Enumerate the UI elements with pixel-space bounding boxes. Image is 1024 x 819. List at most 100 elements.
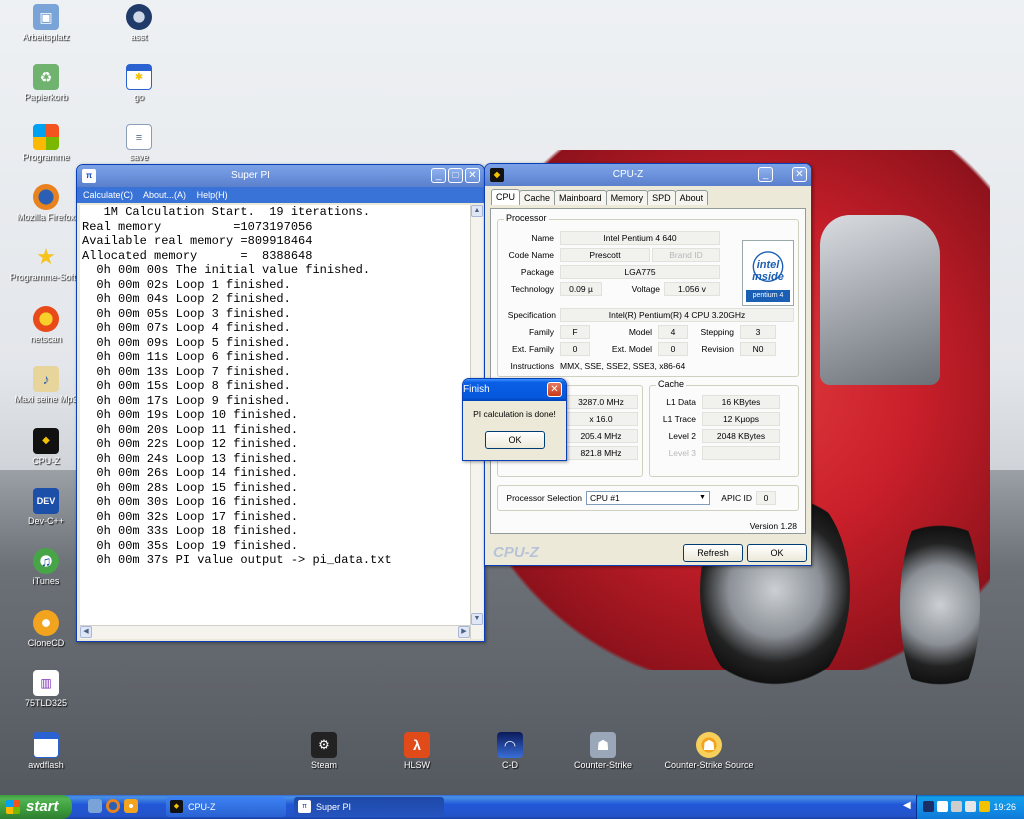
tray-app-icon[interactable] <box>923 801 934 812</box>
desktop-icon-asst[interactable]: asst <box>99 4 179 42</box>
processor-selection-group: Processor Selection CPU #1 ▼ APIC ID 0 <box>497 485 799 511</box>
extfamily-value: 0 <box>560 342 590 356</box>
revision-label: Revision <box>701 344 734 354</box>
scroll-left-icon[interactable]: ◀ <box>80 626 92 638</box>
app-window-icon: ✱ <box>126 64 152 90</box>
scroll-right-icon[interactable]: ▶ <box>458 626 470 638</box>
scroll-down-icon[interactable]: ▼ <box>471 613 483 625</box>
tab-cpu[interactable]: CPU <box>491 189 521 205</box>
desktop-icon-go[interactable]: ✱ go <box>99 64 179 102</box>
superpi-titlebar[interactable]: π Super PI _ □ ✕ <box>77 165 484 187</box>
desktop-icon-devcpp[interactable]: DEV Dev-C++ <box>6 488 86 526</box>
desktop-icon-hlsw[interactable]: λ HLSW <box>377 732 457 770</box>
counter-strike-source-icon: ☗ <box>696 732 722 758</box>
desktop-icon-awdflash[interactable]: awdflash <box>6 732 86 770</box>
steam-circle-icon <box>126 4 152 30</box>
taskbar-item-superpi[interactable]: π Super PI <box>294 797 444 817</box>
cd-icon: ◠ <box>497 732 523 758</box>
cpuz-logo: CPU-Z <box>493 544 539 561</box>
processor-selection-label: Processor Selection <box>506 493 582 503</box>
cpuz-window[interactable]: ◆ CPU-Z _ ✕ CPU Cache Mainboard Memory SPD Ab… <box>484 163 812 566</box>
finish-titlebar[interactable]: Finish ✕ <box>463 379 566 401</box>
scroll-up-icon[interactable]: ▲ <box>471 205 483 217</box>
cache-group-label: Cache <box>656 379 687 389</box>
desktop-icon-counter-strike-source[interactable]: ☗ Counter-Strike Source <box>656 732 762 770</box>
cpu-tab-panel: Processor Name Intel Pentium 4 640 Code … <box>490 208 806 534</box>
tab-mainboard[interactable]: Mainboard <box>554 190 607 205</box>
desktop-icon-cd[interactable]: ◠ C-D <box>470 732 550 770</box>
finish-dialog[interactable]: Finish ✕ PI calculation is done! OK <box>462 378 567 461</box>
menu-help[interactable]: Help(H) <box>197 190 228 200</box>
finish-ok-button[interactable]: OK <box>485 431 545 449</box>
menu-calculate[interactable]: Calculate(C) <box>83 190 133 200</box>
desktop-icon-netscan[interactable]: netscan <box>6 306 86 344</box>
network-icon[interactable] <box>951 801 962 812</box>
tray-app-icon[interactable] <box>979 801 990 812</box>
refresh-button[interactable]: Refresh <box>683 544 743 562</box>
cpu-icon: ◆ <box>33 428 59 454</box>
desktop-icon-papierkorb[interactable]: ♻ Papierkorb <box>6 64 86 102</box>
desktop-icon-itunes[interactable]: ♫ iTunes <box>6 548 86 586</box>
menu-about[interactable]: About...(A) <box>143 190 186 200</box>
desktop-icon-clonecd[interactable]: CloneCD <box>6 610 86 648</box>
brandid-label: Brand ID <box>652 248 720 262</box>
rated-fsb-value: 821.8 MHz <box>564 446 638 460</box>
star-shortcut-icon: ★ <box>36 244 56 269</box>
desktop-icon-programme-softw[interactable]: ★ Programme-Softw <box>6 244 86 282</box>
wallpaper-car-window <box>820 215 940 385</box>
firefox-icon[interactable] <box>106 799 120 813</box>
tab-spd[interactable]: SPD <box>647 190 676 205</box>
desktop-icon-steam[interactable]: ⚙ Steam <box>284 732 364 770</box>
show-desktop-icon[interactable] <box>88 799 102 813</box>
cpuz-titlebar[interactable]: ◆ CPU-Z _ ✕ <box>485 164 811 186</box>
chevron-left-icon[interactable]: ◀ <box>903 800 911 811</box>
horizontal-scrollbar[interactable]: ◀ ▶ <box>80 625 470 639</box>
desktop-icon-arbeitsplatz[interactable]: ▣ Arbeitsplatz <box>6 4 86 42</box>
voltage-label: Voltage <box>631 284 660 294</box>
level2-value: 2048 KBytes <box>702 429 780 443</box>
core-speed-value: 3287.0 MHz <box>564 395 638 409</box>
tab-cache[interactable]: Cache <box>519 190 556 205</box>
level3-value <box>702 446 780 460</box>
instructions-label: Instructions <box>510 361 554 371</box>
taskbar-item-cpuz[interactable]: ◆ CPU-Z <box>166 797 286 817</box>
l1data-value: 16 KBytes <box>702 395 780 409</box>
desktop-icon-cpuz[interactable]: ◆ CPU-Z <box>6 428 86 466</box>
processor-selection-dropdown[interactable]: CPU #1 ▼ <box>586 491 710 505</box>
desktop-icon-save[interactable]: ≡ save <box>99 124 179 162</box>
mp3-folder-icon: ♪ <box>33 366 59 392</box>
superpi-title: Super PI <box>231 170 270 181</box>
itunes-icon: ♫ <box>33 548 59 574</box>
codename-label: Code Name <box>508 250 554 260</box>
desktop-icon-firefox[interactable]: Mozilla Firefox <box>6 184 86 222</box>
ok-button[interactable]: OK <box>747 544 807 562</box>
tab-about[interactable]: About <box>674 190 709 205</box>
superpi-window[interactable]: π Super PI _ □ ✕ Calculate(C) About...(A… <box>76 164 485 642</box>
clonecd-icon[interactable] <box>124 799 138 813</box>
devcpp-icon: DEV <box>33 488 59 514</box>
minimize-button[interactable]: _ <box>758 167 773 182</box>
tray-app-icon[interactable] <box>937 801 948 812</box>
specification-label: Specification <box>507 310 556 320</box>
chart-file-icon: ▥ <box>33 670 59 696</box>
close-button[interactable]: ✕ <box>792 167 807 182</box>
hlsw-icon: λ <box>404 732 430 758</box>
close-button[interactable]: ✕ <box>547 382 562 397</box>
codename-value: Prescott <box>560 248 650 262</box>
desktop-icon-75tld325[interactable]: ▥ 75TLD325 <box>6 670 86 708</box>
desktop-icon-mp3[interactable]: ♪ Maxi seine Mp3 <box>6 366 86 404</box>
family-label: Family <box>528 327 554 337</box>
computer-icon: ▣ <box>33 4 59 30</box>
minimize-button[interactable]: _ <box>431 168 446 183</box>
start-button[interactable]: start <box>0 795 72 819</box>
intel-logo-text: intel inside <box>752 259 784 283</box>
close-button[interactable]: ✕ <box>465 168 480 183</box>
chevron-down-icon[interactable]: ▼ <box>697 492 708 504</box>
volume-icon[interactable] <box>965 801 976 812</box>
clock: 19:26 <box>993 802 1016 812</box>
tab-memory[interactable]: Memory <box>605 190 649 205</box>
superpi-menubar: Calculate(C) About...(A) Help(H) <box>77 187 484 203</box>
desktop-icon-programme[interactable]: Programme <box>6 124 86 162</box>
desktop-icon-counter-strike[interactable]: ☗ Counter-Strike <box>563 732 643 770</box>
maximize-button[interactable]: □ <box>448 168 463 183</box>
